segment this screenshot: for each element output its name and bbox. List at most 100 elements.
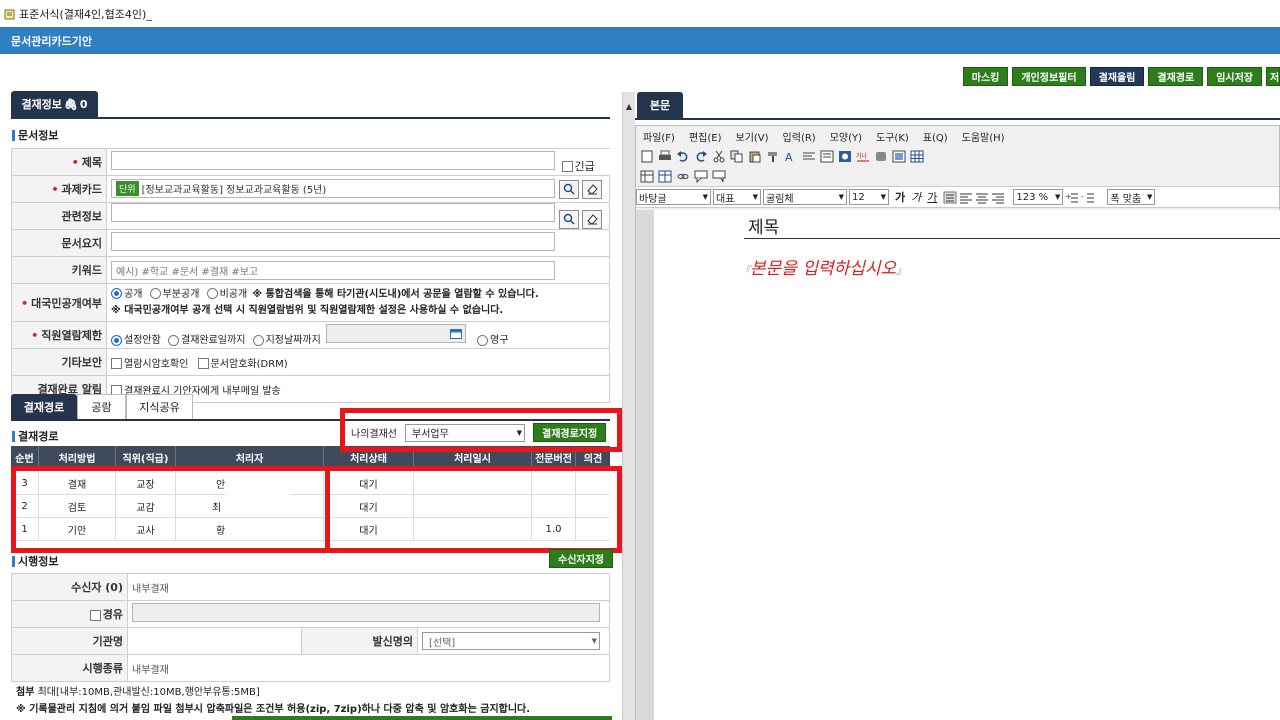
until-date-radio[interactable] bbox=[252, 334, 264, 346]
temp-save-button[interactable]: 임시저장 bbox=[1207, 67, 1262, 86]
justify-icon[interactable] bbox=[943, 191, 957, 204]
format-painter-icon[interactable] bbox=[766, 150, 780, 163]
until-complete-radio[interactable] bbox=[168, 334, 179, 346]
paste-icon[interactable] bbox=[748, 150, 762, 163]
redo-icon[interactable] bbox=[694, 150, 708, 163]
my-line-select[interactable]: 부서업무 bbox=[405, 423, 525, 442]
eraser-icon[interactable] bbox=[582, 179, 602, 199]
align-left-icon[interactable] bbox=[959, 191, 973, 204]
body-placeholder[interactable]: 『본문을 입력하십시오』 bbox=[740, 254, 906, 279]
fit-select[interactable]: 폭 맞춤 bbox=[1107, 189, 1156, 205]
attach-buttons-row[interactable] bbox=[232, 716, 612, 720]
assign-route-button[interactable]: 결재경로지정 bbox=[533, 423, 607, 442]
char-shape-icon[interactable]: A bbox=[784, 150, 798, 163]
privacy-filter-button[interactable]: 개인정보필터 bbox=[1012, 67, 1086, 86]
public-radio[interactable] bbox=[111, 288, 122, 299]
submit-approval-button[interactable]: 결재올림 bbox=[1089, 67, 1145, 86]
memo-icon[interactable] bbox=[712, 170, 726, 183]
search-icon[interactable] bbox=[558, 209, 579, 229]
urgent-checkbox[interactable] bbox=[561, 161, 573, 172]
style-select[interactable]: 바탕글 bbox=[636, 189, 711, 205]
keyword-input[interactable]: 예시) #학교 #문서 #결재 #보고 bbox=[111, 260, 555, 280]
org-input[interactable] bbox=[127, 627, 302, 655]
spellcheck-icon[interactable]: 가나 bbox=[856, 150, 870, 163]
search-icon[interactable] bbox=[558, 179, 579, 199]
permanent-radio[interactable] bbox=[477, 334, 489, 346]
menu-help[interactable]: 도움말(H) bbox=[962, 129, 1005, 144]
eraser-icon[interactable] bbox=[582, 209, 602, 229]
menu-table[interactable]: 표(Q) bbox=[923, 129, 948, 144]
view-password-checkbox[interactable] bbox=[111, 358, 122, 369]
task-input[interactable]: 단위 [정보교과교육활동] 정보교과교육활동 (5년) bbox=[111, 179, 555, 199]
font-size-select[interactable]: 12 bbox=[849, 189, 889, 205]
drm-checkbox[interactable] bbox=[197, 358, 209, 369]
menu-format[interactable]: 모양(Y) bbox=[830, 129, 862, 144]
align-center-icon[interactable] bbox=[975, 191, 989, 204]
attach-note: ※ 기록물관리 지침에 의거 붙임 파일 첨부시 압축파일은 조건부 허용(zi… bbox=[16, 704, 531, 715]
italic-button[interactable]: 가 bbox=[911, 189, 921, 205]
align-right-icon[interactable] bbox=[991, 191, 1005, 204]
calendar-icon[interactable] bbox=[449, 328, 462, 339]
document-page[interactable]: 제목 『본문을 입력하십시오』 bbox=[654, 210, 1280, 720]
comment-icon[interactable] bbox=[694, 170, 708, 183]
copy-icon[interactable] bbox=[730, 150, 744, 163]
hyperlink-icon[interactable] bbox=[676, 170, 690, 183]
table-icon[interactable] bbox=[910, 150, 924, 163]
my-line-control: 나의결재선 부서업무 결재경로지정 bbox=[351, 423, 607, 442]
collapse-up-icon[interactable]: ▲ bbox=[623, 102, 635, 111]
style-icon[interactable] bbox=[820, 150, 834, 163]
via-input[interactable] bbox=[132, 603, 600, 622]
date-input[interactable] bbox=[325, 324, 466, 343]
tab-route[interactable]: 결재경로 bbox=[11, 394, 77, 419]
org-label: 기관명 bbox=[11, 627, 128, 655]
menu-insert[interactable]: 입력(R) bbox=[783, 129, 816, 144]
tab-body[interactable]: 본문 bbox=[637, 92, 683, 118]
splitter-scrollbar[interactable]: ▲ bbox=[622, 92, 635, 720]
zoom-select[interactable]: 123 % bbox=[1013, 189, 1064, 205]
cut-icon[interactable] bbox=[712, 150, 726, 163]
line-spacing-down-icon[interactable]: - bbox=[1081, 191, 1095, 204]
table-grid-icon[interactable] bbox=[640, 170, 654, 183]
insert-table-icon[interactable] bbox=[658, 170, 672, 183]
doc-title[interactable]: 제목 bbox=[748, 213, 779, 238]
sender-select[interactable]: [선택] bbox=[422, 632, 600, 650]
private-radio[interactable] bbox=[206, 288, 218, 299]
body-tab-underline bbox=[635, 118, 1280, 120]
line-spacing-up-icon[interactable]: + bbox=[1065, 191, 1079, 204]
masking-button[interactable]: 마스킹 bbox=[962, 67, 1009, 86]
undo-icon[interactable] bbox=[676, 150, 690, 163]
menu-view[interactable]: 보기(V) bbox=[736, 129, 769, 144]
recipient-label: 수신자 (0) bbox=[11, 573, 128, 601]
tab-knowledge[interactable]: 지식공유 bbox=[126, 394, 193, 419]
via-checkbox[interactable] bbox=[89, 609, 101, 621]
menu-edit[interactable]: 편집(E) bbox=[689, 129, 722, 144]
para-shape-icon[interactable] bbox=[802, 150, 816, 163]
info-icon[interactable] bbox=[838, 150, 852, 163]
font-select[interactable]: 굴림체 bbox=[763, 189, 847, 205]
approval-route-button[interactable]: 결재경로 bbox=[1148, 67, 1204, 86]
bold-button[interactable]: 가 bbox=[895, 189, 905, 205]
exec-form: 수신자 (0) 내부결재 경유 기관명 발신명의 [선택] 시행종류 내부결재 bbox=[11, 573, 610, 682]
print-icon[interactable] bbox=[658, 150, 672, 163]
underline-button[interactable]: 가 bbox=[927, 189, 937, 205]
tab-approval-info[interactable]: 결재정보 🖇 0 bbox=[11, 91, 98, 117]
image-icon[interactable] bbox=[892, 150, 906, 163]
partial-public-radio[interactable] bbox=[149, 288, 161, 299]
hwp-editor: 파일(F) 편집(E) 보기(V) 입력(R) 모양(Y) 도구(K) 표(Q)… bbox=[635, 125, 1280, 720]
summary-input[interactable] bbox=[111, 232, 555, 251]
title-input[interactable] bbox=[111, 150, 555, 170]
save-button[interactable]: 저 bbox=[1266, 67, 1280, 86]
task-badge: 단위 bbox=[116, 181, 139, 197]
preview-icon[interactable] bbox=[640, 150, 654, 163]
type-value: 내부결재 bbox=[127, 654, 610, 682]
menu-tools[interactable]: 도구(K) bbox=[876, 129, 909, 144]
recipient-assign-button[interactable]: 수신자지정 bbox=[549, 549, 613, 568]
menu-file[interactable]: 파일(F) bbox=[643, 129, 675, 144]
dictionary-icon[interactable] bbox=[874, 150, 888, 163]
lang-select[interactable]: 대표 bbox=[713, 189, 761, 205]
attach-count: 0 bbox=[79, 97, 88, 111]
tab-circulation[interactable]: 공람 bbox=[77, 394, 126, 419]
no-restriction-radio[interactable] bbox=[111, 334, 122, 346]
attach-label: 첨부 bbox=[16, 687, 35, 698]
related-input[interactable] bbox=[111, 203, 555, 223]
